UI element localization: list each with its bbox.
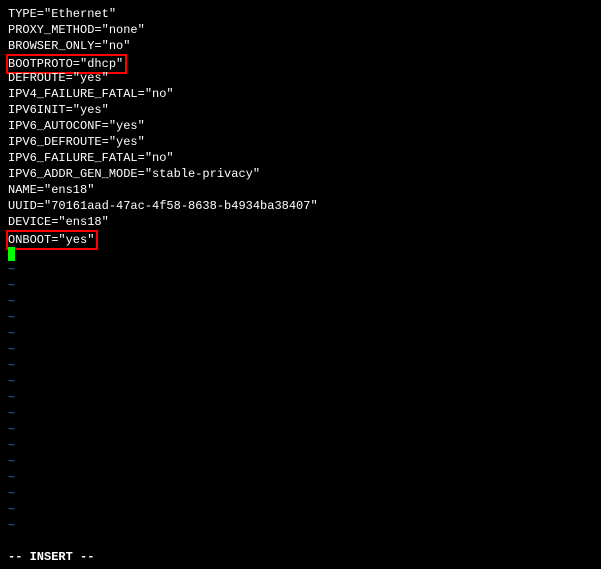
empty-line-tilde: ~ [8,486,601,502]
empty-line-tilde: ~ [8,438,601,454]
empty-line-tilde: ~ [8,406,601,422]
config-line-defroute: DEFROUTE="yes" [8,70,601,86]
empty-line-tilde: ~ [8,454,601,470]
empty-line-tilde: ~ [8,470,601,486]
config-line-ipv6init: IPV6INIT="yes" [8,102,601,118]
config-line-browser-only: BROWSER_ONLY="no" [8,38,601,54]
config-line-device: DEVICE="ens18" [8,214,601,230]
vim-mode-status: -- INSERT -- [8,549,94,565]
terminal-editor[interactable]: TYPE="Ethernet" PROXY_METHOD="none" BROW… [0,0,601,569]
config-line-proxy-method: PROXY_METHOD="none" [8,22,601,38]
config-line-name: NAME="ens18" [8,182,601,198]
config-line-ipv6-failure-fatal: IPV6_FAILURE_FATAL="no" [8,150,601,166]
config-line-bootproto: BOOTPROTO="dhcp" [8,54,601,70]
config-line-onboot: ONBOOT="yes" [8,230,601,246]
cursor-block [8,247,15,261]
config-line-type: TYPE="Ethernet" [8,6,601,22]
empty-line-tilde: ~ [8,374,601,390]
empty-line-tilde: ~ [8,502,601,518]
empty-line-tilde: ~ [8,278,601,294]
config-line-uuid: UUID="70161aad-47ac-4f58-8638-b4934ba384… [8,198,601,214]
empty-line-tilde: ~ [8,422,601,438]
empty-line-tilde: ~ [8,358,601,374]
empty-line-tilde: ~ [8,518,601,534]
config-line-ipv6-defroute: IPV6_DEFROUTE="yes" [8,134,601,150]
config-line-ipv6-addr-gen-mode: IPV6_ADDR_GEN_MODE="stable-privacy" [8,166,601,182]
highlight-onboot: ONBOOT="yes" [6,230,98,250]
config-line-ipv4-failure-fatal: IPV4_FAILURE_FATAL="no" [8,86,601,102]
empty-line-tilde: ~ [8,294,601,310]
empty-line-tilde: ~ [8,390,601,406]
config-line-ipv6-autoconf: IPV6_AUTOCONF="yes" [8,118,601,134]
empty-line-tilde: ~ [8,310,601,326]
empty-line-tilde: ~ [8,262,601,278]
empty-line-tilde: ~ [8,326,601,342]
empty-line-tilde: ~ [8,342,601,358]
